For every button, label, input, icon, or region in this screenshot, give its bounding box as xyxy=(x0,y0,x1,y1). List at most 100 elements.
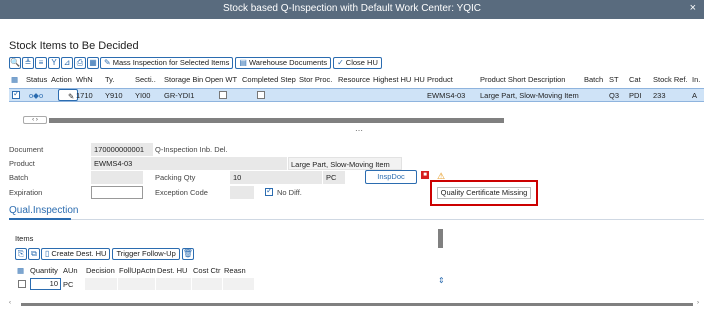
delete-icon[interactable]: 🗑 xyxy=(181,248,194,260)
product-label: Product xyxy=(9,159,35,168)
col-stor-proc[interactable]: Stor Proc. xyxy=(299,75,332,84)
copy-icon[interactable]: ⎘ xyxy=(15,248,27,260)
decision-cell[interactable] xyxy=(85,278,118,290)
cost-ctr-cell[interactable] xyxy=(192,278,223,290)
mass-inspection-button[interactable]: ✎ Mass Inspection for Selected Items xyxy=(100,57,234,69)
cell-st: Q3 xyxy=(609,91,620,100)
grid-horizontal-scrollbar[interactable]: ‹ › xyxy=(9,116,699,124)
col-st[interactable]: ST xyxy=(609,75,619,84)
edit-action-button[interactable]: ✎ xyxy=(58,89,78,101)
col-aun[interactable]: AUn xyxy=(63,266,78,275)
dest-hu-cell[interactable] xyxy=(156,278,192,290)
col-cat[interactable]: Cat xyxy=(629,75,641,84)
sort-ascending-icon[interactable]: ≜ xyxy=(22,57,34,69)
col-highest-hu[interactable]: Highest HU xyxy=(373,75,411,84)
cell-product-desc: Large Part, Slow-Moving Item xyxy=(480,91,579,100)
row-select-checkbox[interactable] xyxy=(12,89,20,99)
col-decision[interactable]: Decision xyxy=(86,266,115,275)
quantity-input[interactable]: 10 xyxy=(30,278,61,290)
col-storage-bin[interactable]: Storage Bin xyxy=(164,75,203,84)
splitter-handle[interactable]: ⋯ xyxy=(355,126,363,135)
quality-certificate-highlight: Quality Certificate Missing xyxy=(430,180,538,206)
tab-active-underline xyxy=(9,218,71,220)
trigger-follow-up-button[interactable]: Trigger Follow-Up xyxy=(112,248,180,260)
exception-code-field[interactable] xyxy=(230,186,254,199)
quality-certificate-field: Quality Certificate Missing xyxy=(437,187,531,199)
scroll-left-icon[interactable]: ‹ xyxy=(9,300,11,306)
follupactn-cell[interactable] xyxy=(118,278,156,290)
col-secti[interactable]: Secti.. xyxy=(135,75,156,84)
column-settings-icon[interactable]: ▦ xyxy=(11,75,18,84)
table-row[interactable]: o◆o ✎ 1710 Y910 YI00 GR-YDI1 EWMS4-03 La… xyxy=(9,88,704,102)
col-cost-ctr[interactable]: Cost Ctr xyxy=(193,266,221,275)
duplicate-icon[interactable]: ⧉ xyxy=(28,248,40,260)
batch-label: Batch xyxy=(9,173,29,182)
layout-icon[interactable]: ▦ xyxy=(87,57,99,69)
completed-step-checkbox xyxy=(257,91,265,99)
batch-field xyxy=(91,171,143,184)
scroll-arrows-icon[interactable]: ‹ › xyxy=(23,116,47,124)
sum-icon[interactable]: ⊿ xyxy=(61,57,73,69)
col-whn[interactable]: WhN xyxy=(76,75,93,84)
col-stock-ref[interactable]: Stock Ref. xyxy=(653,75,688,84)
cell-stock-ref: 233 xyxy=(653,91,666,100)
sort-descending-icon[interactable]: ≡ xyxy=(35,57,47,69)
print-icon[interactable]: ⎙ xyxy=(74,57,86,69)
col-hu[interactable]: HU xyxy=(414,75,425,84)
no-diff-checkbox[interactable] xyxy=(265,186,273,196)
document-row: Document 170000000001 Q-Inspection Inb. … xyxy=(9,143,699,156)
expiration-label: Expiration xyxy=(9,188,43,197)
open-wt-checkbox xyxy=(219,91,227,99)
search-icon[interactable]: 🔍 xyxy=(9,57,21,69)
col-batch[interactable]: Batch xyxy=(584,75,603,84)
close-icon[interactable]: × xyxy=(690,2,696,14)
filter-icon[interactable]: Y xyxy=(48,57,60,69)
col-status[interactable]: Status xyxy=(26,75,47,84)
scroll-thumb[interactable] xyxy=(21,303,693,306)
expiration-input[interactable] xyxy=(91,186,143,199)
col-reasn[interactable]: Reasn xyxy=(224,266,246,275)
packing-qty-field: 10 xyxy=(230,171,322,184)
col-action[interactable]: Action xyxy=(51,75,72,84)
col-completed-step[interactable]: Completed Step xyxy=(242,75,296,84)
col-resource[interactable]: Resource xyxy=(338,75,370,84)
scroll-thumb[interactable] xyxy=(49,118,504,123)
product-row: Product EWMS4-03 Large Part, Slow-Moving… xyxy=(9,157,699,170)
section-title: Stock Items to Be Decided xyxy=(9,40,139,52)
cell-whn: 1710 xyxy=(76,91,93,100)
cell-cat: PDI xyxy=(629,91,642,100)
create-dest-hu-button[interactable]: ▯ Create Dest. HU xyxy=(41,248,111,260)
updown-icon[interactable]: ⇕ xyxy=(438,276,445,285)
check-icon: ✓ xyxy=(337,58,344,67)
col-quantity[interactable]: Quantity xyxy=(30,266,58,275)
item-select-checkbox[interactable] xyxy=(18,280,26,288)
col-in[interactable]: In. xyxy=(692,75,700,84)
close-hu-button[interactable]: ✓ Close HU xyxy=(333,57,382,69)
no-diff-label: No Diff. xyxy=(277,188,302,197)
items-vertical-scroll-thumb[interactable] xyxy=(438,229,443,248)
exception-code-label: Exception Code xyxy=(155,188,208,197)
expiration-row: Expiration Exception Code No Diff. xyxy=(9,186,699,199)
pencil-icon: ✎ xyxy=(104,58,111,67)
stock-items-toolbar: 🔍 ≜ ≡ Y ⊿ ⎙ ▦ ✎ Mass Inspection for Sele… xyxy=(9,57,384,69)
bottom-horizontal-scrollbar[interactable]: ‹ › xyxy=(9,300,699,308)
col-product[interactable]: Product xyxy=(427,75,453,84)
inspdoc-button[interactable]: InspDoc xyxy=(365,170,417,184)
column-settings-icon[interactable]: ▦ xyxy=(17,266,24,275)
warehouse-documents-button[interactable]: ▤ Warehouse Documents xyxy=(235,57,332,69)
col-product-desc[interactable]: Product Short Description xyxy=(480,75,565,84)
pencil-icon: ✎ xyxy=(68,92,75,101)
scroll-right-icon[interactable]: › xyxy=(697,300,699,306)
document-label: Document xyxy=(9,145,44,154)
product-field: EWMS4-03 xyxy=(91,157,287,170)
col-open-wt[interactable]: Open WT xyxy=(205,75,237,84)
col-ty[interactable]: Ty. xyxy=(105,75,114,84)
col-follupactn[interactable]: FollUpActn xyxy=(119,266,156,275)
packing-unit-field: PC xyxy=(323,171,345,184)
items-toolbar: ⎘ ⧉ ▯ Create Dest. HU Trigger Follow-Up … xyxy=(15,248,195,260)
document-desc: Q-Inspection Inb. Del. xyxy=(155,145,228,154)
reasn-cell[interactable] xyxy=(223,278,255,290)
col-dest-hu[interactable]: Dest. HU xyxy=(157,266,187,275)
tab-qual-inspection[interactable]: Qual.Inspection xyxy=(9,205,79,216)
items-table-row[interactable]: 10 PC xyxy=(15,278,435,290)
